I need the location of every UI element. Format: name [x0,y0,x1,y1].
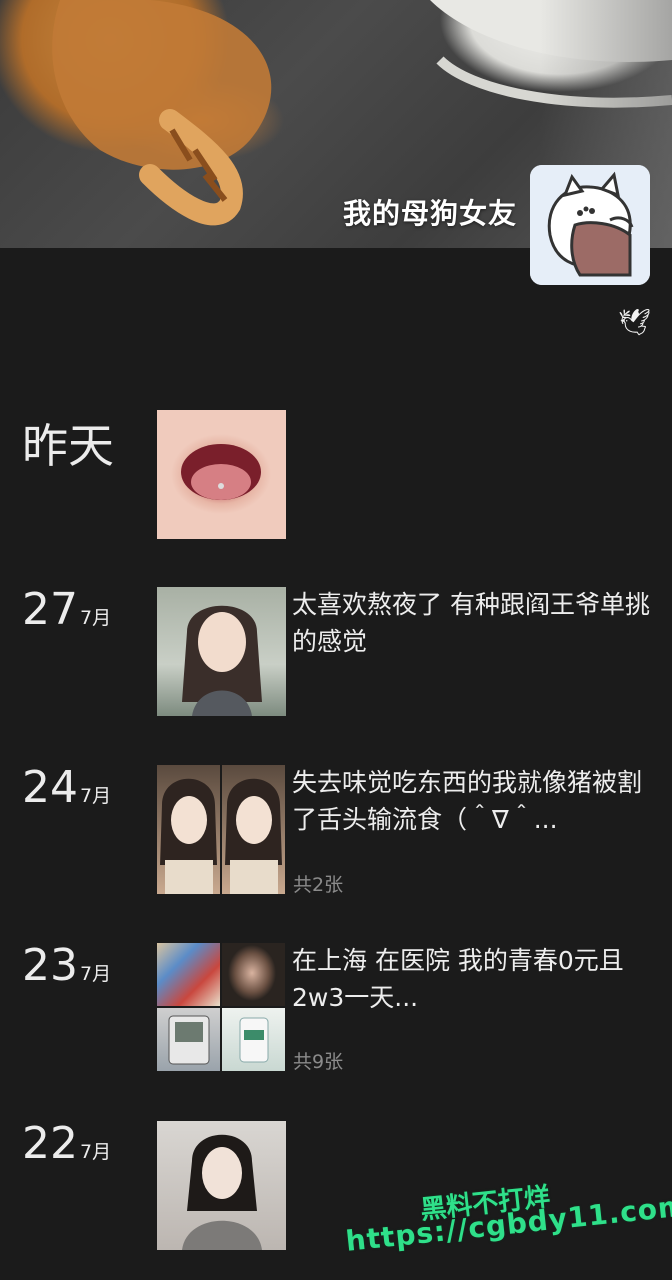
post-date: 27 7月 [22,584,111,635]
profile-avatar[interactable] [530,165,650,285]
post-photo[interactable] [157,410,286,539]
post-photo[interactable] [157,1008,220,1071]
post-month: 7月 [80,607,112,629]
post-photo[interactable] [157,943,220,1006]
post-photo[interactable] [222,1008,285,1071]
post-day: 24 [22,762,78,813]
post-month: 7月 [80,785,112,807]
post-day: 23 [22,940,78,991]
dove-icon: 🕊 [618,308,652,338]
post-text[interactable]: 太喜欢熬夜了 有种跟阎王爷单挑的感觉 [292,586,657,660]
cat-cartoon-icon [530,165,650,285]
post-text[interactable]: 失去味觉吃东西的我就像猪被割了舌头输流食（＾∇＾... [292,764,657,838]
photo-count: 共2张 [293,874,344,896]
post-text[interactable]: 在上海 在医院 我的青春0元且2w3一天... [292,942,657,1016]
selfie-photo [182,605,262,716]
medicine-photo [239,1017,269,1063]
post-day: 27 [22,584,78,635]
post-photo[interactable] [222,943,285,1006]
selfie-photo [160,778,217,894]
post-date: 24 7月 [22,762,111,813]
post-day: 22 [22,1118,78,1169]
photo-count: 共9张 [293,1051,344,1073]
post-month: 7月 [80,1141,112,1163]
post-month: 7月 [80,963,112,985]
post-date: 22 7月 [22,1118,111,1169]
post-photo[interactable] [157,587,286,716]
post-date: 23 7月 [22,940,111,991]
post-photo[interactable] [222,765,285,894]
selfie-photo [182,1134,262,1250]
device-photo [168,1015,210,1065]
post-photo[interactable] [157,765,220,894]
mouth-photo [181,444,261,500]
post-photo[interactable] [157,1121,286,1250]
selfie-photo [225,778,282,894]
profile-username: 我的母狗女友 [342,197,517,230]
post-date: 昨天 [22,419,114,473]
